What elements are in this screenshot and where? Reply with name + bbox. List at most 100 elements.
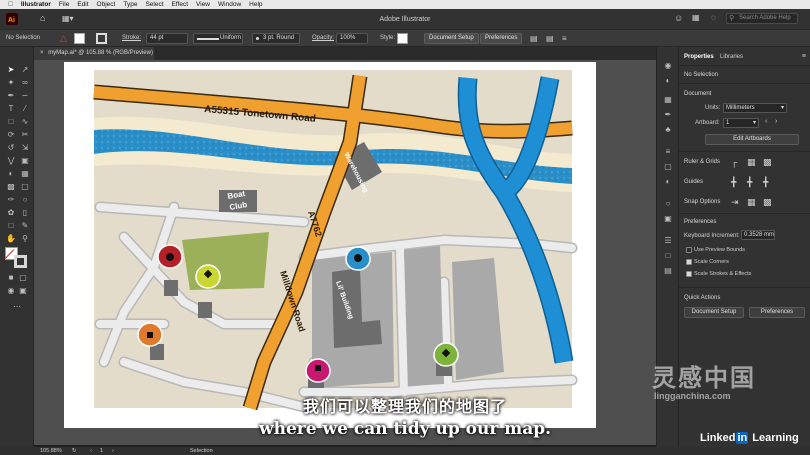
stroke-weight-field[interactable]: 44 pt — [146, 33, 188, 44]
selection-tool-icon[interactable]: ➤ — [6, 65, 16, 74]
perspective-grid-icon[interactable]: ▦ — [20, 169, 30, 178]
gradient-tool-icon[interactable]: ▢ — [20, 182, 30, 191]
menu-effect[interactable]: Effect — [172, 1, 189, 8]
panel-menu-icon[interactable]: ≡ — [802, 53, 806, 60]
current-tool[interactable]: Selection — [190, 448, 213, 454]
search-help-input[interactable]: ⚲ Search Adobe Help — [726, 13, 798, 24]
edit-toolbar-icon[interactable]: ⋯ — [12, 302, 22, 311]
user-icon[interactable]: ☺ — [674, 13, 683, 23]
brush-definition[interactable]: 3 pt. Round — [252, 33, 300, 44]
line-tool-icon[interactable]: ⁄ — [20, 104, 30, 113]
stroke-panel-icon[interactable]: ≡ — [663, 147, 673, 156]
artboard-nav-previous-icon[interactable]: ‹ — [90, 448, 92, 454]
menu-edit[interactable]: Edit — [77, 1, 88, 8]
mesh-tool-icon[interactable]: ▩ — [6, 182, 16, 191]
curvature-tool-icon[interactable]: ∽ — [20, 91, 30, 100]
stroke-label[interactable]: Stroke: — [122, 35, 141, 41]
eyedropper-icon[interactable]: ✑ — [6, 195, 16, 204]
lightbulb-icon[interactable]: ◌ — [711, 13, 716, 22]
snap-to-pixel-icon[interactable]: ▩ — [763, 197, 772, 208]
pen-tool-icon[interactable]: ✒ — [6, 91, 16, 100]
scale-tool-icon[interactable]: ⇲ — [20, 143, 30, 152]
blend-tool-icon[interactable]: ○ — [20, 195, 30, 204]
asset-export-icon[interactable]: ▤ — [663, 266, 673, 275]
graphic-style-swatch[interactable] — [397, 33, 408, 44]
color-mode-icon[interactable]: ■ — [6, 273, 16, 282]
stroke-color[interactable] — [96, 33, 107, 44]
symbols-icon[interactable]: ♣ — [663, 125, 673, 134]
grid-icon[interactable]: ▦ — [747, 157, 756, 168]
menu-select[interactable]: Select — [145, 1, 163, 8]
lock-guides-icon[interactable]: ╋ — [747, 177, 752, 188]
graph-tool-icon[interactable]: ▯ — [20, 208, 30, 217]
next-artboard-icon[interactable]: › — [775, 118, 777, 125]
type-tool-icon[interactable]: T — [6, 104, 16, 113]
free-transform-icon[interactable]: ▣ — [20, 156, 30, 165]
gradient-panel-icon[interactable]: ▢ — [663, 162, 673, 171]
rotate-view[interactable]: ↻ — [72, 448, 77, 454]
transform-icon[interactable]: ▤ — [546, 34, 554, 43]
smart-guides-icon[interactable]: ╋ — [763, 177, 768, 188]
swatches-icon[interactable]: ▦ — [663, 95, 673, 104]
width-tool-icon[interactable]: ⋁ — [6, 156, 16, 165]
artboard-tool-icon[interactable]: □ — [6, 221, 16, 230]
menu-file[interactable]: File — [59, 1, 69, 8]
layers-icon[interactable]: ☰ — [663, 236, 673, 245]
lasso-tool-icon[interactable]: ∞ — [20, 78, 30, 87]
stroke-swatch[interactable] — [14, 255, 27, 268]
keyboard-increment-field[interactable]: 0.3528 mm — [741, 230, 775, 240]
fill-color[interactable] — [74, 33, 85, 44]
magic-wand-icon[interactable]: ✦ — [6, 78, 16, 87]
apple-icon[interactable]:  — [8, 1, 13, 8]
previous-artboard-icon[interactable]: ‹ — [765, 118, 767, 125]
transparency-icon[interactable]: ◐ — [663, 177, 673, 186]
artboards-icon[interactable]: □ — [663, 251, 673, 260]
qa-preferences-button[interactable]: Preferences — [749, 307, 805, 318]
menu-window[interactable]: Window — [218, 1, 241, 8]
opacity-field[interactable]: 100% — [336, 33, 368, 44]
snap-to-grid-icon[interactable]: ▦ — [747, 197, 756, 208]
menu-view[interactable]: View — [196, 1, 210, 8]
transparency-grid-icon[interactable]: ▩ — [763, 157, 772, 168]
color-panel-icon[interactable]: ◉ — [663, 61, 673, 70]
hand-tool-icon[interactable]: ✋ — [6, 234, 16, 243]
rotate-tool-icon[interactable]: ↺ — [6, 143, 16, 152]
slice-tool-icon[interactable]: ✎ — [20, 221, 30, 230]
artboard-number[interactable]: 1 — [100, 448, 103, 454]
brushes-icon[interactable]: ✒ — [663, 110, 673, 119]
panel-menu-icon[interactable]: ≡ — [562, 34, 567, 43]
artboard-nav-next-icon[interactable]: › — [112, 448, 114, 454]
document-tab[interactable]: × myMap.ai* @ 105.88 % (RGB/Preview) — [34, 47, 154, 60]
artboard-map[interactable]: A55315 Tonetown Road A7762 Milldown Road… — [64, 62, 596, 428]
menu-help[interactable]: Help — [249, 1, 262, 8]
zoom-level[interactable]: 105.88% — [40, 448, 62, 454]
shaper-tool-icon[interactable]: ⟳ — [6, 130, 16, 139]
menu-object[interactable]: Object — [97, 1, 116, 8]
arrange-icon[interactable]: ▦ — [692, 13, 700, 22]
zoom-tool-icon[interactable]: ⚲ — [20, 234, 30, 243]
show-guides-icon[interactable]: ╋ — [731, 177, 736, 188]
qa-document-setup-button[interactable]: Document Setup — [684, 307, 744, 318]
fill-swatch-icon[interactable]: △ — [60, 33, 67, 44]
units-dropdown[interactable]: Millimeters ▾ — [723, 103, 787, 113]
menu-type[interactable]: Type — [123, 1, 137, 8]
graphic-styles-icon[interactable]: ▣ — [663, 214, 673, 223]
shape-builder-icon[interactable]: ◐ — [6, 169, 16, 178]
variable-width-profile[interactable]: Uniform — [193, 33, 243, 44]
preferences-button[interactable]: Preferences — [480, 33, 523, 44]
gradient-mode-icon[interactable]: ▢ — [18, 273, 28, 282]
rectangle-tool-icon[interactable]: □ — [6, 117, 16, 126]
align-icon[interactable]: ▤ — [530, 34, 538, 43]
use-preview-bounds-checkbox[interactable] — [686, 247, 692, 253]
snap-to-point-icon[interactable]: ⇥ — [731, 197, 739, 208]
tab-properties[interactable]: Properties — [684, 54, 714, 60]
appearance-icon[interactable]: ○ — [663, 199, 673, 208]
scale-corners-checkbox[interactable] — [686, 259, 692, 265]
menu-app-name[interactable]: Illustrator — [21, 1, 51, 8]
tab-libraries[interactable]: Libraries — [720, 54, 743, 60]
document-setup-button[interactable]: Document Setup — [424, 33, 479, 44]
artboard-field[interactable]: 1 ▾ — [723, 118, 759, 128]
scale-strokes-checkbox[interactable] — [686, 271, 692, 277]
opacity-label[interactable]: Opacity: — [312, 35, 334, 41]
direct-selection-tool-icon[interactable]: ↗ — [20, 65, 30, 74]
